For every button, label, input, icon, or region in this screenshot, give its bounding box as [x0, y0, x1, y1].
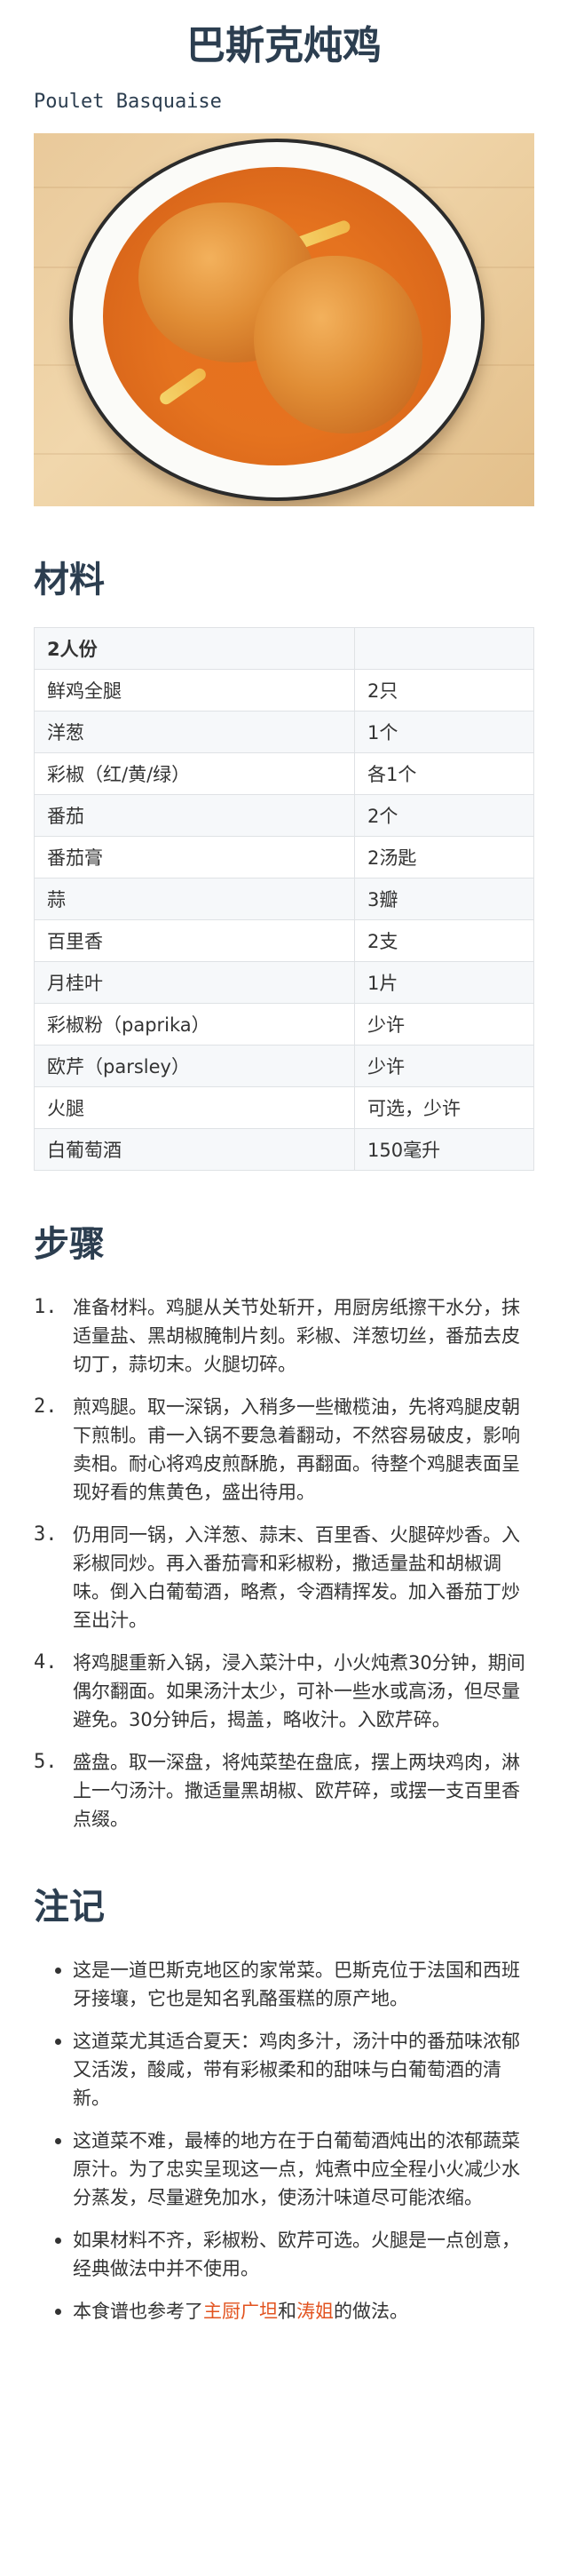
credit-suffix: 的做法。	[334, 2301, 408, 2322]
steps-list: 1. 准备材料。鸡腿从关节处斩开，用厨房纸擦干水分，抹适量盐、黑胡椒腌制片刻。彩椒…	[34, 1293, 534, 1833]
credit-prefix: 本食谱也参考了	[73, 2301, 203, 2322]
ingredient-amount: 2汤匙	[354, 836, 534, 879]
step-number: 4.	[34, 1651, 58, 1674]
step-number: 3.	[34, 1523, 58, 1546]
step-number: 5.	[34, 1751, 58, 1773]
amount-header	[354, 627, 534, 670]
step-item: 5. 盛盘。取一深盘，将炖菜垫在盘底，摆上两块鸡肉，淋上一勺汤汁。撒适量黑胡椒、欧…	[34, 1748, 534, 1833]
bullet-icon	[55, 2309, 61, 2315]
steps-heading: 步骤	[34, 1224, 105, 1265]
ingredient-name: 番茄	[34, 794, 355, 837]
note-item: 这是一道巴斯克地区的家常菜。巴斯克位于法国和西班牙接壤，它也是知名乳酪蛋糕的原产…	[34, 1956, 534, 2013]
step-item: 3. 仍用同一锅，入洋葱、蒜末、百里香、火腿碎炒香。入彩椒同炒。再入番茄膏和彩椒粉…	[34, 1521, 534, 1634]
table-row: 月桂叶 1片	[34, 961, 534, 1004]
ingredient-amount: 150毫升	[354, 1128, 534, 1171]
ingredient-amount: 2个	[354, 794, 534, 837]
table-header-row: 2人份	[34, 627, 534, 670]
note-item: 这道菜尤其适合夏天：鸡肉多汁，汤汁中的番茄味浓郁又活泼，酸咸，带有彩椒柔和的甜味…	[34, 2027, 534, 2112]
ingredient-name: 番茄膏	[34, 836, 355, 879]
page-subtitle: Poulet Basquaise	[34, 91, 222, 113]
ingredient-name: 月桂叶	[34, 961, 355, 1004]
recipe-page: 巴斯克炖鸡 Poulet Basquaise 材料 2人份 鲜鸡全腿 2只 洋葱 1个…	[0, 0, 568, 2326]
bullet-icon	[55, 1968, 61, 1974]
step-item: 2. 煎鸡腿。取一深锅，入稍多一些橄榄油，先将鸡腿皮朝下煎制。甫一入锅不要急着翻动…	[34, 1393, 534, 1507]
bullet-icon	[55, 2138, 61, 2144]
table-row: 番茄膏 2汤匙	[34, 836, 534, 879]
bullet-icon	[55, 2238, 61, 2244]
ingredient-name: 白葡萄酒	[34, 1128, 355, 1171]
bullet-icon	[55, 2039, 61, 2045]
ingredient-name: 彩椒（红/黄/绿）	[34, 752, 355, 795]
note-text: 这是一道巴斯克地区的家常菜。巴斯克位于法国和西班牙接壤，它也是知名乳酪蛋糕的原产…	[73, 1960, 520, 2009]
ingredient-amount: 可选，少许	[354, 1086, 534, 1129]
note-text: 这道菜不难，最棒的地方在于白葡萄酒炖出的浓郁蔬菜原汁。为了忠实呈现这一点，炖煮中…	[73, 2130, 520, 2208]
note-text: 这道菜尤其适合夏天：鸡肉多汁，汤汁中的番茄味浓郁又活泼，酸咸，带有彩椒柔和的甜味…	[73, 2031, 520, 2109]
credit-link-taojie[interactable]: 涛姐	[296, 2301, 334, 2322]
table-row: 鲜鸡全腿 2只	[34, 669, 534, 712]
note-text: 如果材料不齐，彩椒粉、欧芹可选。火腿是一点创意，经典做法中并不使用。	[73, 2230, 520, 2279]
step-number: 1.	[34, 1296, 58, 1318]
credit-middle: 和	[278, 2301, 296, 2322]
step-text: 仍用同一锅，入洋葱、蒜末、百里香、火腿碎炒香。入彩椒同炒。再入番茄膏和彩椒粉，撒…	[73, 1524, 520, 1631]
ingredient-amount: 少许	[354, 1045, 534, 1087]
step-text: 准备材料。鸡腿从关节处斩开，用厨房纸擦干水分，抹适量盐、黑胡椒腌制片刻。彩椒、洋…	[73, 1297, 520, 1375]
ingredient-amount: 3瓣	[354, 878, 534, 920]
credit-link-chef[interactable]: 主厨广坦	[203, 2301, 278, 2322]
step-text: 盛盘。取一深盘，将炖菜垫在盘底，摆上两块鸡肉，淋上一勺汤汁。撒适量黑胡椒、欧芹碎…	[73, 1752, 520, 1830]
dish-photo	[34, 133, 534, 506]
ingredient-name: 火腿	[34, 1086, 355, 1129]
table-row: 蒜 3瓣	[34, 878, 534, 920]
ingredient-amount: 少许	[354, 1003, 534, 1046]
ingredient-name: 百里香	[34, 919, 355, 962]
notes-heading: 注记	[34, 1887, 105, 1928]
table-row: 欧芹（parsley） 少许	[34, 1045, 534, 1087]
ingredient-amount: 各1个	[354, 752, 534, 795]
note-item-credit: 本食谱也参考了主厨广坦和涛姐的做法。	[34, 2297, 534, 2326]
step-item: 4. 将鸡腿重新入锅，浸入菜汁中，小火炖煮30分钟，期间偶尔翻面。如果汤汁太少，可…	[34, 1649, 534, 1734]
plate-image	[69, 139, 485, 501]
notes-list: 这是一道巴斯克地区的家常菜。巴斯克位于法国和西班牙接壤，它也是知名乳酪蛋糕的原产…	[34, 1956, 534, 2326]
table-row: 火腿 可选，少许	[34, 1086, 534, 1129]
table-row: 番茄 2个	[34, 794, 534, 837]
step-item: 1. 准备材料。鸡腿从关节处斩开，用厨房纸擦干水分，抹适量盐、黑胡椒腌制片刻。彩椒…	[34, 1293, 534, 1379]
table-row: 彩椒粉（paprika） 少许	[34, 1003, 534, 1046]
note-item: 如果材料不齐，彩椒粉、欧芹可选。火腿是一点创意，经典做法中并不使用。	[34, 2226, 534, 2283]
ingredients-heading: 材料	[34, 560, 105, 600]
table-row: 彩椒（红/黄/绿） 各1个	[34, 752, 534, 795]
step-text: 煎鸡腿。取一深锅，入稍多一些橄榄油，先将鸡腿皮朝下煎制。甫一入锅不要急着翻动，不…	[73, 1396, 520, 1503]
ingredient-amount: 1片	[354, 961, 534, 1004]
ingredient-amount: 1个	[354, 711, 534, 753]
table-row: 百里香 2支	[34, 919, 534, 962]
ingredient-name: 彩椒粉（paprika）	[34, 1003, 355, 1046]
page-title: 巴斯克炖鸡	[186, 23, 382, 68]
table-row: 白葡萄酒 150毫升	[34, 1128, 534, 1171]
ingredient-amount: 2只	[354, 669, 534, 712]
ingredient-name: 鲜鸡全腿	[34, 669, 355, 712]
table-row: 洋葱 1个	[34, 711, 534, 753]
ingredient-name: 欧芹（parsley）	[34, 1045, 355, 1087]
ingredient-amount: 2支	[354, 919, 534, 962]
step-number: 2.	[34, 1395, 58, 1418]
step-text: 将鸡腿重新入锅，浸入菜汁中，小火炖煮30分钟，期间偶尔翻面。如果汤汁太少，可补一…	[73, 1652, 525, 1730]
ingredient-name: 蒜	[34, 878, 355, 920]
ingredient-name: 洋葱	[34, 711, 355, 753]
note-item: 这道菜不难，最棒的地方在于白葡萄酒炖出的浓郁蔬菜原汁。为了忠实呈现这一点，炖煮中…	[34, 2127, 534, 2212]
servings-header: 2人份	[34, 627, 355, 670]
ingredients-table: 2人份 鲜鸡全腿 2只 洋葱 1个 彩椒（红/黄/绿） 各1个 番茄 2个 番茄膏 2汤匙蒜 3瓣百…	[34, 627, 534, 1171]
